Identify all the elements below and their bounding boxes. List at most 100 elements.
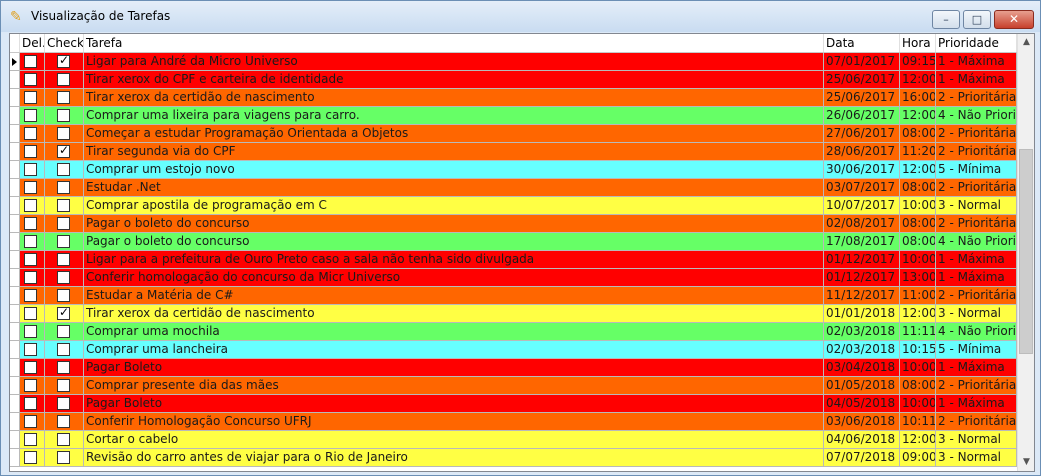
check-checkbox[interactable]: ✓ (57, 143, 70, 158)
row-indicator[interactable] (10, 179, 20, 197)
prioridade-cell[interactable]: 2 - Prioritária (936, 215, 1017, 233)
row-indicator[interactable] (10, 107, 20, 125)
del-checkbox[interactable] (24, 289, 37, 302)
data-cell[interactable]: 01/12/2017 (824, 251, 900, 269)
prioridade-cell[interactable]: 3 - Normal (936, 431, 1017, 449)
hora-cell[interactable]: 11:11 (900, 323, 936, 341)
del-checkbox[interactable] (24, 217, 37, 230)
prioridade-cell[interactable]: 1 - Máxima (936, 359, 1017, 377)
tarefa-cell[interactable]: Cortar o cabelo (84, 431, 824, 449)
del-checkbox[interactable] (24, 433, 37, 446)
prioridade-cell[interactable]: 2 - Prioritária (936, 287, 1017, 305)
check-checkbox[interactable] (57, 271, 70, 284)
check-checkbox[interactable] (57, 217, 70, 230)
scroll-up-icon[interactable]: ▲ (1018, 34, 1034, 51)
data-cell[interactable]: 30/06/2017 (824, 161, 900, 179)
row-indicator[interactable] (10, 359, 20, 377)
prioridade-cell[interactable]: 1 - Máxima (936, 251, 1017, 269)
data-cell[interactable]: 28/06/2017 (824, 143, 900, 161)
scroll-thumb[interactable] (1019, 149, 1033, 354)
check-checkbox[interactable]: ✓ (57, 53, 70, 68)
del-checkbox[interactable] (24, 271, 37, 284)
prioridade-cell[interactable]: 2 - Prioritária (936, 143, 1017, 161)
prioridade-cell[interactable]: 5 - Mínima (936, 161, 1017, 179)
table-row[interactable]: Tirar xerox do CPF e carteira de identid… (10, 71, 1017, 89)
prioridade-cell[interactable]: 4 - Não Priorit (936, 107, 1017, 125)
prioridade-cell[interactable]: 2 - Prioritária (936, 125, 1017, 143)
title-bar[interactable]: ✎ Visualização de Tarefas – □ ✕ (1, 1, 1040, 32)
prioridade-cell[interactable]: 3 - Normal (936, 305, 1017, 323)
check-checkbox[interactable] (57, 181, 70, 194)
row-indicator[interactable] (10, 377, 20, 395)
row-indicator[interactable] (10, 215, 20, 233)
check-checkbox[interactable] (57, 253, 70, 266)
data-cell[interactable]: 02/03/2018 (824, 341, 900, 359)
column-header-data[interactable]: Data (824, 34, 900, 52)
check-checkbox[interactable] (57, 109, 70, 122)
del-checkbox[interactable] (24, 181, 37, 194)
data-cell[interactable]: 01/05/2018 (824, 377, 900, 395)
column-header-tarefa[interactable]: Tarefa (84, 34, 824, 52)
tarefa-cell[interactable]: Comprar presente dia das mães (84, 377, 824, 395)
tarefa-cell[interactable]: Conferir Homologação Concurso UFRJ (84, 413, 824, 431)
row-indicator[interactable] (10, 197, 20, 215)
hora-cell[interactable]: 08:00 (900, 125, 936, 143)
data-cell[interactable]: 25/06/2017 (824, 71, 900, 89)
table-row[interactable]: Conferir Homologação Concurso UFRJ 03/06/… (10, 413, 1017, 431)
table-row[interactable]: Comprar uma lixeira para viagens para ca… (10, 107, 1017, 125)
hora-cell[interactable]: 08:00 (900, 233, 936, 251)
minimize-button[interactable]: – (932, 10, 960, 29)
check-checkbox[interactable] (57, 91, 70, 104)
table-row[interactable]: ✓ Ligar para André da Micro Universo 07/01… (10, 53, 1017, 71)
data-cell[interactable]: 03/07/2017 (824, 179, 900, 197)
data-cell[interactable]: 01/12/2017 (824, 269, 900, 287)
tarefa-cell[interactable]: Estudar .Net (84, 179, 824, 197)
column-header-check[interactable]: Check (45, 34, 84, 52)
table-row[interactable]: Pagar Boleto 04/05/2018 10:00 1 - Máxima (10, 395, 1017, 413)
check-checkbox[interactable] (57, 451, 70, 464)
prioridade-cell[interactable]: 1 - Máxima (936, 269, 1017, 287)
row-indicator[interactable] (10, 341, 20, 359)
table-row[interactable]: Conferir homologação do concurso da Micr… (10, 269, 1017, 287)
del-checkbox[interactable] (24, 235, 37, 248)
maximize-button[interactable]: □ (963, 10, 991, 29)
column-header-del[interactable]: Del. (20, 34, 45, 52)
del-checkbox[interactable] (24, 163, 37, 176)
prioridade-cell[interactable]: 1 - Máxima (936, 395, 1017, 413)
hora-cell[interactable]: 12:00 (900, 107, 936, 125)
table-row[interactable]: Começar a estudar Programação Orientada … (10, 125, 1017, 143)
hora-cell[interactable]: 10:15 (900, 341, 936, 359)
del-checkbox[interactable] (24, 325, 37, 338)
tarefa-cell[interactable]: Ligar para André da Micro Universo (84, 53, 824, 71)
hora-cell[interactable]: 12:00 (900, 305, 936, 323)
prioridade-cell[interactable]: 4 - Não Priorit (936, 233, 1017, 251)
tarefa-cell[interactable]: Ligar para a prefeitura de Ouro Preto ca… (84, 251, 824, 269)
check-checkbox[interactable] (57, 379, 70, 392)
tarefa-cell[interactable]: Pagar o boleto do concurso (84, 215, 824, 233)
del-checkbox[interactable] (24, 73, 37, 86)
data-cell[interactable]: 17/08/2017 (824, 233, 900, 251)
prioridade-cell[interactable]: 4 - Não Priorit (936, 323, 1017, 341)
data-cell[interactable]: 03/04/2018 (824, 359, 900, 377)
del-checkbox[interactable] (24, 55, 37, 68)
table-row[interactable]: Comprar apostila de programação em C 10/0… (10, 197, 1017, 215)
table-row[interactable]: Estudar a Matéria de C# 11/12/2017 11:00 2 … (10, 287, 1017, 305)
tarefa-cell[interactable]: Comprar um estojo novo (84, 161, 824, 179)
data-cell[interactable]: 02/08/2017 (824, 215, 900, 233)
data-cell[interactable]: 27/06/2017 (824, 125, 900, 143)
tasks-grid[interactable]: Del. Check Tarefa Data Hora Prioridade ✓… (9, 33, 1035, 472)
del-checkbox[interactable] (24, 199, 37, 212)
prioridade-cell[interactable]: 2 - Prioritária (936, 377, 1017, 395)
del-checkbox[interactable] (24, 109, 37, 122)
tarefa-cell[interactable]: Começar a estudar Programação Orientada … (84, 125, 824, 143)
tarefa-cell[interactable]: Tirar xerox do CPF e carteira de identid… (84, 71, 824, 89)
data-cell[interactable]: 07/01/2017 (824, 53, 900, 71)
table-row[interactable]: Ligar para a prefeitura de Ouro Preto ca… (10, 251, 1017, 269)
hora-cell[interactable]: 10:11 (900, 413, 936, 431)
table-row[interactable]: Comprar uma mochila 02/03/2018 11:11 4 - Nã… (10, 323, 1017, 341)
row-indicator[interactable] (10, 71, 20, 89)
prioridade-cell[interactable]: 2 - Prioritária (936, 179, 1017, 197)
hora-cell[interactable]: 10:00 (900, 197, 936, 215)
data-cell[interactable]: 02/03/2018 (824, 323, 900, 341)
check-checkbox[interactable] (57, 289, 70, 302)
